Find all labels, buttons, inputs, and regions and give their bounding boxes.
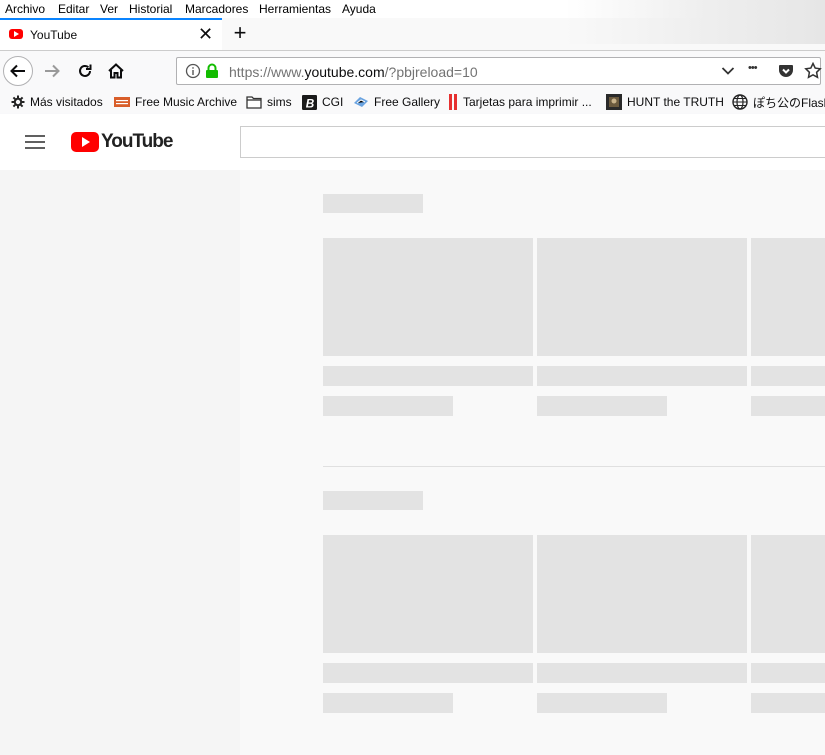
svg-text:B: B	[306, 97, 315, 110]
home-button[interactable]	[101, 56, 131, 86]
menu-bar: Archivo Editar Ver Historial Marcadores …	[0, 0, 825, 44]
bookmark-label: CGI	[322, 95, 344, 109]
youtube-play-icon	[71, 132, 99, 152]
video-thumbnail-placeholder	[751, 238, 825, 356]
tab-strip: YouTube ✕ +	[0, 18, 825, 50]
reload-button[interactable]	[70, 56, 100, 86]
bookmark-pochi[interactable]: ぽち公のFlash	[732, 94, 825, 110]
tab-youtube[interactable]: YouTube ✕	[0, 18, 222, 50]
video-title-placeholder	[751, 366, 825, 386]
content-skeleton	[240, 170, 825, 755]
bookmark-label: ぽち公のFlash	[753, 95, 825, 110]
youtube-logo[interactable]: YouTube	[71, 131, 173, 152]
shelf-title-placeholder	[323, 491, 423, 510]
video-title-placeholder	[751, 663, 825, 683]
bookmarks-toolbar: Más visitados Free Music Archive sims B …	[0, 90, 825, 114]
video-thumbnail-placeholder	[323, 238, 533, 356]
video-thumbnail-placeholder	[537, 535, 747, 653]
shelf-title-placeholder	[323, 194, 423, 213]
url-host: youtube.com	[304, 64, 385, 80]
bookmark-label: HUNT the TRUTH	[627, 95, 724, 109]
video-meta-placeholder	[537, 396, 667, 416]
fma-icon	[114, 97, 130, 107]
youtube-wordmark: YouTube	[101, 131, 173, 152]
menu-ayuda[interactable]: Ayuda	[342, 2, 376, 16]
b-logo-icon: B	[302, 94, 317, 110]
page-actions-menu-icon[interactable]: •••	[748, 62, 758, 74]
bookmark-hunt-the-truth[interactable]: HUNT the TRUTH	[606, 94, 724, 110]
bookmark-free-music-archive[interactable]: Free Music Archive	[114, 94, 237, 110]
bookmark-star-icon[interactable]	[804, 62, 822, 80]
youtube-masthead: YouTube	[0, 114, 825, 170]
url-prefix: https://www.	[229, 64, 305, 80]
shelf-divider	[323, 466, 825, 467]
chevron-down-icon[interactable]	[721, 66, 735, 76]
guide-sidebar	[0, 170, 240, 755]
menu-archivo[interactable]: Archivo	[5, 2, 45, 16]
red-bars-icon	[449, 94, 457, 110]
lock-icon[interactable]	[205, 63, 219, 79]
reload-icon	[79, 64, 92, 77]
menu-editar[interactable]: Editar	[58, 2, 89, 16]
guide-menu-icon[interactable]	[25, 135, 45, 149]
menu-ver[interactable]: Ver	[100, 2, 118, 16]
gear-icon	[11, 95, 25, 109]
video-meta-placeholder	[323, 693, 453, 713]
menu-marcadores[interactable]: Marcadores	[185, 2, 248, 16]
menu-herramientas[interactable]: Herramientas	[259, 2, 331, 16]
bookmark-mas-visitados[interactable]: Más visitados	[11, 94, 103, 110]
bookmark-label: Más visitados	[30, 95, 103, 109]
bookmark-label: sims	[267, 95, 292, 109]
navigation-bar: https://www.youtube.com/?pbjreload=10 ••…	[0, 50, 825, 91]
video-title-placeholder	[323, 366, 533, 386]
home-icon	[108, 63, 124, 79]
bookmark-cgi[interactable]: B CGI	[302, 94, 343, 110]
bookmark-free-gallery[interactable]: Free Gallery	[353, 94, 440, 110]
bookmark-label: Free Music Archive	[135, 95, 238, 109]
url-text[interactable]: https://www.youtube.com/?pbjreload=10	[229, 64, 478, 80]
diamond-icon	[354, 97, 368, 107]
search-input[interactable]	[240, 126, 825, 158]
bookmark-sims[interactable]: sims	[246, 94, 292, 110]
video-meta-placeholder	[537, 693, 667, 713]
video-title-placeholder	[323, 663, 533, 683]
bookmark-label: Free Gallery	[374, 95, 441, 109]
back-arrow-icon	[10, 64, 25, 78]
video-meta-placeholder	[323, 396, 453, 416]
url-path: /?pbjreload=10	[384, 64, 478, 80]
video-thumbnail-placeholder	[751, 535, 825, 653]
youtube-favicon-icon	[9, 29, 23, 39]
video-thumbnail-placeholder	[537, 238, 747, 356]
video-meta-placeholder	[751, 693, 825, 713]
pocket-icon[interactable]	[778, 63, 794, 79]
forward-arrow-icon	[45, 64, 60, 78]
video-thumbnail-placeholder	[323, 535, 533, 653]
folder-icon	[246, 96, 262, 109]
bookmark-label: Tarjetas para imprimir ...	[463, 95, 592, 109]
back-button[interactable]	[3, 56, 33, 86]
video-title-placeholder	[537, 663, 747, 683]
menu-historial[interactable]: Historial	[129, 2, 172, 16]
bookmark-tarjetas[interactable]: Tarjetas para imprimir ...	[448, 94, 592, 110]
new-tab-button[interactable]: +	[229, 21, 251, 45]
forward-button[interactable]	[37, 56, 67, 86]
video-title-placeholder	[537, 366, 747, 386]
dark-thumbnail-icon	[606, 94, 622, 110]
globe-icon	[732, 94, 748, 110]
tab-title: YouTube	[30, 28, 78, 42]
video-meta-placeholder	[751, 396, 825, 416]
url-bar[interactable]: https://www.youtube.com/?pbjreload=10 ••…	[176, 57, 822, 85]
tab-close-icon[interactable]: ✕	[198, 24, 213, 44]
site-info-icon[interactable]	[185, 63, 201, 79]
